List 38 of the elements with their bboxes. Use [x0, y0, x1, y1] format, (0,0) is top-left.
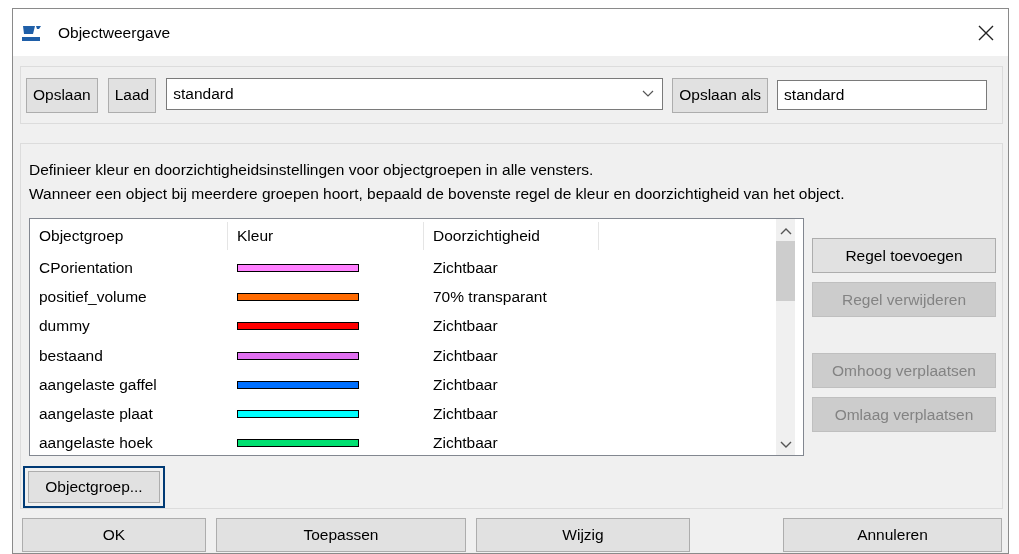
table-cell-text: aangelaste plaat	[38, 405, 154, 424]
load-button[interactable]: Laad	[107, 77, 157, 113]
caret-icon	[642, 89, 655, 98]
close-icon[interactable]	[978, 24, 994, 41]
column-header[interactable]: Objectgroep	[30, 222, 228, 250]
table-cell-text: Zichtbaar	[432, 405, 499, 424]
scroll-thumb[interactable]	[776, 241, 795, 301]
table-cell-text: aangelaste gaffel	[38, 375, 158, 394]
dialog-button[interactable]: Wijzig	[476, 518, 690, 552]
table-cell-text: positief_volume	[38, 287, 148, 306]
scrollbar[interactable]	[776, 219, 795, 455]
table-cell-text: dummy	[38, 317, 91, 336]
app-icon	[20, 23, 42, 42]
description-text: Definieer kleur en doorzichtigheidsinstellingen voor objectgroepen in alle vensters.	[29, 160, 595, 180]
table-cell-text: Zichtbaar	[432, 346, 499, 365]
save-button[interactable]: Opslaan	[26, 77, 98, 113]
table-cell-text: Zichtbaar	[432, 317, 499, 336]
dialog-button[interactable]: OK	[22, 518, 206, 552]
table-cell-text: CPorientation	[38, 258, 134, 277]
column-header[interactable]: Doorzichtigheid	[424, 222, 599, 250]
rule-button[interactable]: Regel toevoegen	[812, 238, 996, 273]
table-cell-text: aangelaste hoek	[38, 434, 154, 453]
scroll-up-icon[interactable]	[779, 227, 792, 235]
table-cell-text: bestaand	[38, 346, 104, 365]
table-cell-text: Zichtbaar	[432, 375, 499, 394]
object-group-button[interactable]: Objectgroep...	[28, 471, 160, 503]
table-cell-text: Zichtbaar	[432, 258, 499, 277]
column-header[interactable]: Kleur	[228, 222, 424, 250]
table-cell-text: Zichtbaar	[432, 434, 499, 453]
preset-dropdown[interactable]: standard	[166, 77, 664, 110]
description-text: Wanneer een object bij meerdere groepen hoort, bepaald de bovenste regel de kleur en doorzichtigheid van het object.	[29, 184, 846, 204]
table-cell-text: 70% transparant	[432, 287, 548, 306]
scroll-down-icon[interactable]	[779, 441, 792, 449]
dialog-button[interactable]: Toepassen	[216, 518, 466, 552]
window-title: Objectweergave	[58, 23, 171, 42]
dialog-button[interactable]: Annuleren	[783, 518, 1002, 552]
save-as-button[interactable]: Opslaan als	[672, 77, 769, 113]
name-field[interactable]: standard	[777, 80, 988, 110]
